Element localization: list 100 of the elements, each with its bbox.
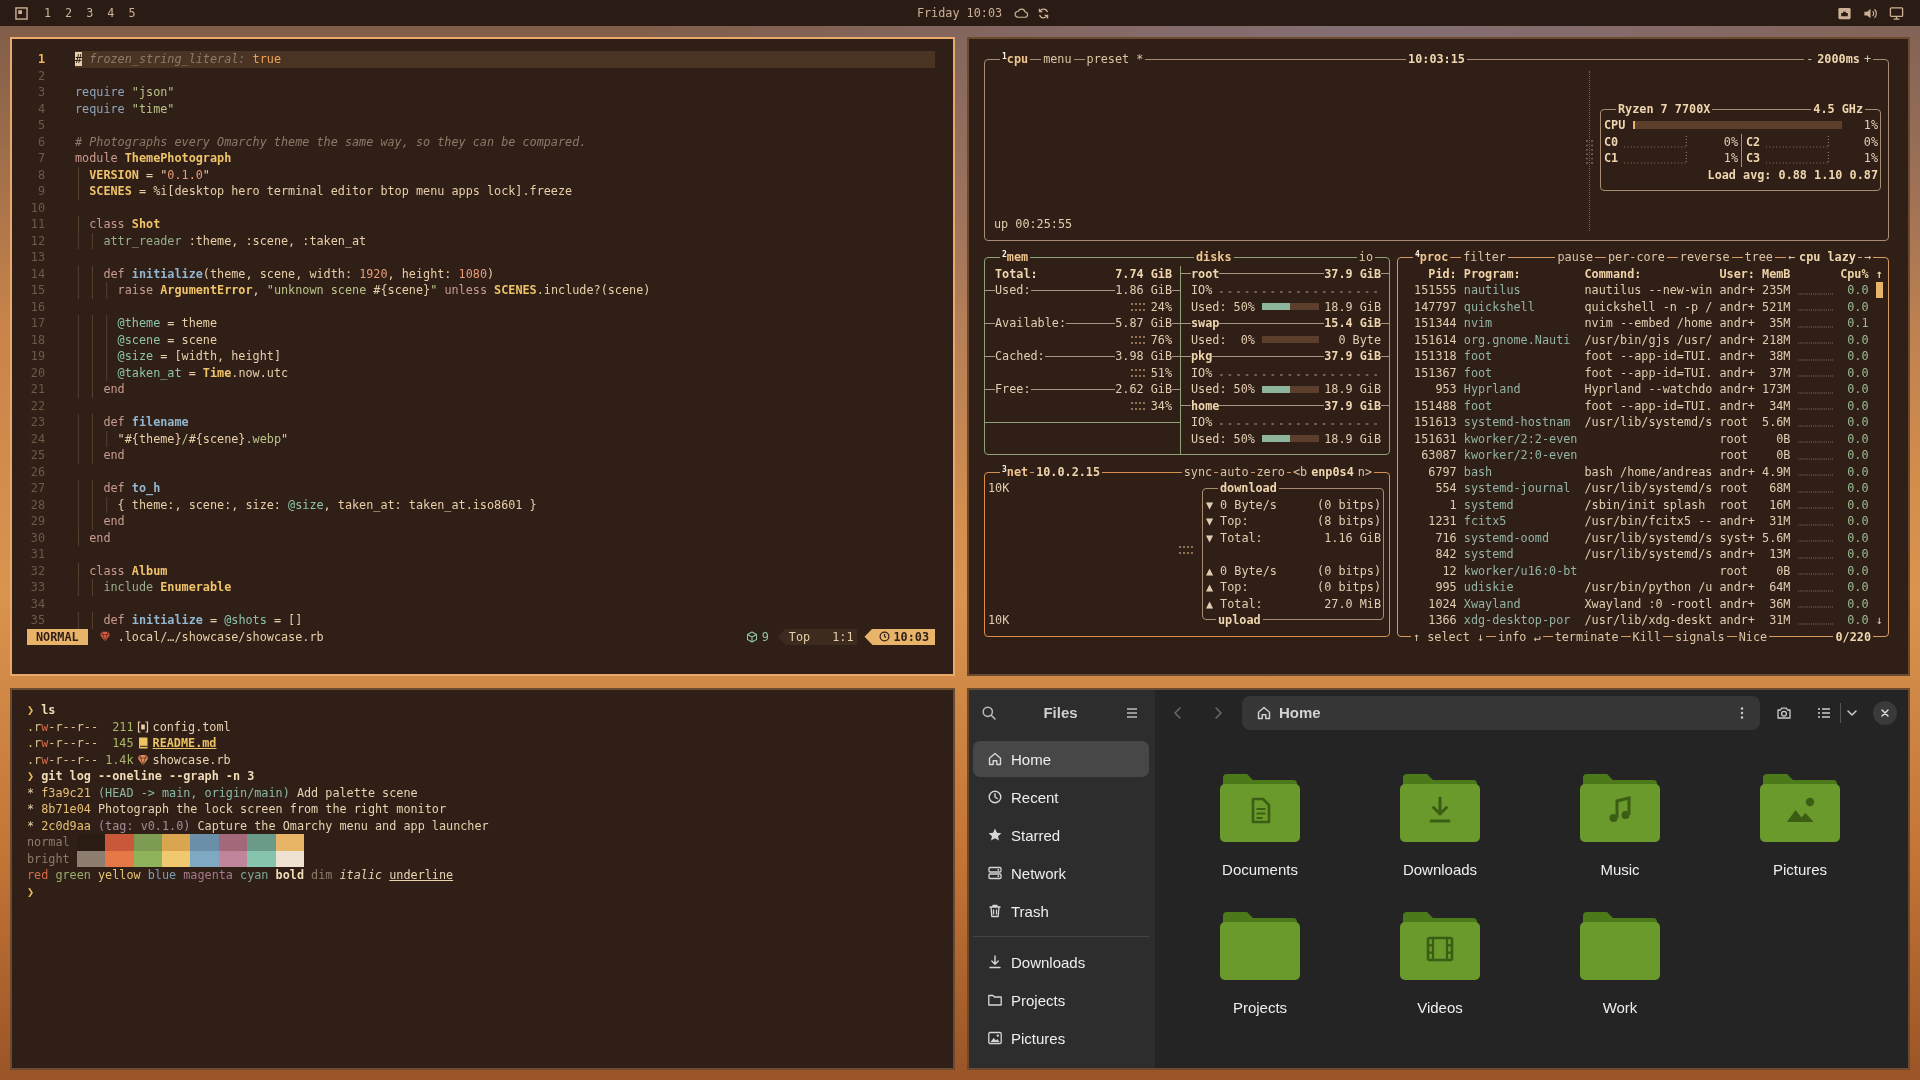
date-time[interactable]: Friday 10:03 bbox=[916, 6, 1003, 20]
footer-button[interactable]: signals bbox=[1673, 628, 1727, 645]
line-number: 24 bbox=[29, 430, 45, 447]
process-memory: 0B bbox=[1775, 430, 1791, 447]
line-number: 6 bbox=[36, 133, 45, 150]
process-command: /usr/bin/fcitx5 -- bbox=[1584, 513, 1713, 530]
process-cpu: 0.0 bbox=[1846, 348, 1869, 365]
bracket-file-icon bbox=[136, 719, 149, 734]
line-number: 16 bbox=[29, 298, 45, 315]
network-port-icon[interactable] bbox=[1837, 5, 1852, 21]
core-sparkline bbox=[1766, 152, 1830, 165]
process-command: /usr/lib/systemd/s bbox=[1584, 414, 1713, 431]
disk-used: Used: 50% bbox=[1191, 381, 1255, 398]
disk-used: Used: 0% bbox=[1191, 331, 1255, 348]
folder-item[interactable]: Downloads bbox=[1365, 766, 1515, 887]
process-cpu-sparkline bbox=[1797, 441, 1834, 443]
workspace-button[interactable]: 2 bbox=[65, 6, 73, 20]
folder-item[interactable]: Music bbox=[1545, 766, 1695, 887]
refresh-icon[interactable] bbox=[1037, 6, 1051, 20]
code-line: @taken_at = Time.now.utc bbox=[75, 364, 935, 381]
code-line: class Shot bbox=[75, 216, 935, 233]
scrollbar-thumb[interactable] bbox=[1875, 282, 1883, 298]
process-cpu-sparkline bbox=[1797, 309, 1834, 311]
image-icon bbox=[987, 1030, 1003, 1046]
cloud-icon[interactable] bbox=[1014, 5, 1030, 21]
process-memory: 235M bbox=[1762, 282, 1791, 299]
process-cpu-sparkline bbox=[1797, 424, 1834, 427]
folder-item[interactable]: Videos bbox=[1365, 904, 1515, 1025]
path-bar[interactable]: Home bbox=[1242, 696, 1760, 730]
folder-item[interactable]: Pictures bbox=[1725, 766, 1875, 887]
line-number: 25 bbox=[29, 447, 45, 464]
sidebar-item[interactable]: Trash bbox=[973, 893, 1149, 929]
workspace-button[interactable]: 1 bbox=[44, 6, 52, 20]
sidebar-item[interactable]: Pictures bbox=[973, 1020, 1149, 1056]
process-memory: 68M bbox=[1768, 480, 1791, 497]
folder-item[interactable]: Projects bbox=[1185, 904, 1335, 1025]
close-button[interactable] bbox=[1873, 701, 1897, 725]
process-cpu-sparkline bbox=[1797, 474, 1834, 476]
traffic-value: (0 bitps) bbox=[1317, 562, 1381, 579]
line-number: 7 bbox=[36, 150, 45, 167]
column-header[interactable]: Command: bbox=[1584, 265, 1713, 282]
workspace-button[interactable]: 5 bbox=[128, 6, 136, 20]
process-id: 995 bbox=[1434, 579, 1457, 596]
prompt-symbol: ❯ bbox=[27, 883, 35, 900]
folder-item[interactable]: Work bbox=[1545, 904, 1695, 1025]
search-icon bbox=[981, 705, 997, 721]
usage-reading: 0% bbox=[1723, 133, 1738, 150]
workspace-button[interactable]: 4 bbox=[107, 6, 115, 20]
process-id: 1024 bbox=[1427, 595, 1457, 612]
line-number: 30 bbox=[29, 529, 45, 546]
square-logo-icon[interactable] bbox=[15, 6, 28, 20]
panel-button[interactable]: preset * bbox=[1084, 51, 1146, 68]
diagnostic-count: 9 bbox=[761, 628, 769, 645]
file-size: 145 bbox=[111, 735, 134, 752]
process-cpu-sparkline bbox=[1797, 490, 1834, 493]
line-number: 17 bbox=[29, 315, 45, 332]
core-label: C3 bbox=[1746, 150, 1761, 167]
process-memory: 4.9M bbox=[1762, 463, 1791, 480]
sidebar-item[interactable]: Home bbox=[973, 741, 1149, 777]
cpu-load-sparkline bbox=[1585, 138, 1594, 165]
column-header[interactable]: Program: bbox=[1463, 265, 1578, 282]
column-header[interactable]: Cpu% bbox=[1840, 265, 1869, 282]
process-id: 151488 bbox=[1413, 397, 1457, 414]
process-cpu: 0.0 bbox=[1846, 381, 1869, 398]
core-label: C0 bbox=[1604, 133, 1619, 150]
process-user: andr+ bbox=[1719, 315, 1755, 332]
column-header[interactable]: MemB bbox=[1762, 265, 1791, 282]
scroll-up-button[interactable]: ↑ bbox=[1875, 265, 1883, 282]
workspace-button[interactable]: 3 bbox=[86, 6, 94, 20]
graph-scale-label: 10K bbox=[988, 480, 1010, 497]
process-user: root bbox=[1719, 496, 1749, 513]
process-memory: 31M bbox=[1768, 513, 1791, 530]
scroll-down-button[interactable]: ↓ bbox=[1875, 612, 1883, 629]
memory-percent: 34% bbox=[1150, 397, 1172, 414]
usage-reading: 0% bbox=[1863, 133, 1878, 150]
sidebar-item[interactable]: Recent bbox=[973, 779, 1149, 815]
panel-title[interactable]: $^{4}$proc bbox=[1413, 249, 1451, 266]
process-command: foot --app-id=TUI. bbox=[1584, 397, 1713, 414]
folder-item[interactable]: Documents bbox=[1185, 766, 1335, 887]
column-header[interactable]: Pid: bbox=[1407, 265, 1457, 282]
code-line: VERSION = "0.1.0" bbox=[75, 166, 935, 183]
code-line: @size = [width, height] bbox=[75, 348, 935, 365]
process-name: quickshell bbox=[1463, 298, 1536, 315]
panel-title[interactable]: $^{1}$cpu bbox=[1000, 51, 1031, 68]
clock-icon bbox=[879, 631, 891, 643]
sidebar-item[interactable]: Projects bbox=[973, 982, 1149, 1018]
column-header[interactable]: User: bbox=[1719, 265, 1755, 282]
sidebar-item[interactable]: Downloads bbox=[973, 944, 1149, 980]
monitor-icon[interactable] bbox=[1889, 5, 1904, 21]
folder-icon bbox=[1578, 910, 1662, 982]
line-number: 11 bbox=[29, 216, 45, 233]
sidebar-item[interactable]: Starred bbox=[973, 817, 1149, 853]
traffic-label: Total: bbox=[1220, 529, 1263, 546]
process-cpu-sparkline bbox=[1797, 358, 1834, 361]
process-id: 1 bbox=[1448, 496, 1457, 513]
code-line: class Album bbox=[75, 562, 935, 579]
footer-button[interactable]: info ↵ bbox=[1496, 628, 1543, 645]
sidebar-item[interactable]: Network bbox=[973, 855, 1149, 891]
folder-icon bbox=[987, 992, 1003, 1008]
gem-icon bbox=[136, 752, 149, 767]
